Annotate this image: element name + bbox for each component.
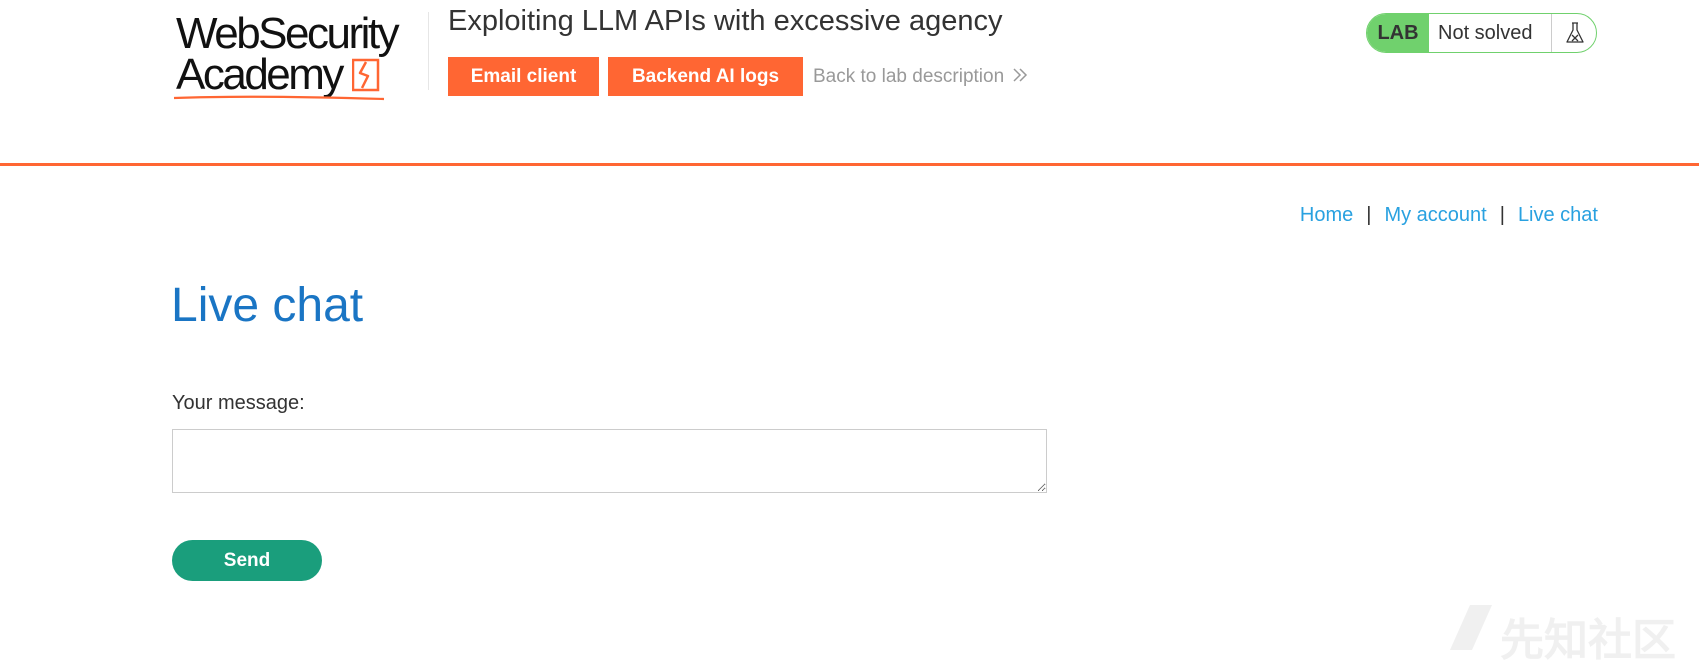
- logo-bolt-icon: [352, 58, 380, 92]
- watermark: 先知社区: [1440, 600, 1685, 666]
- nav-my-account-link[interactable]: My account: [1384, 204, 1486, 226]
- header-divider: [428, 12, 429, 90]
- logo-underline-icon: [173, 95, 385, 101]
- web-security-academy-logo[interactable]: WebSecurity Academy: [172, 10, 425, 102]
- flask-icon: [1566, 22, 1584, 43]
- logo-text-line2: Academy: [176, 50, 344, 99]
- watermark-text: 先知社区: [1500, 615, 1676, 666]
- lab-badge: LAB: [1367, 14, 1429, 52]
- double-chevron-right-icon: [1013, 68, 1028, 82]
- top-navigation: Home | My account | Live chat: [1300, 204, 1598, 227]
- back-to-lab-description-link[interactable]: Back to lab description: [813, 66, 1028, 88]
- message-textarea[interactable]: [172, 429, 1047, 493]
- back-link-label: Back to lab description: [813, 66, 1005, 87]
- lab-status-widget: LAB Not solved: [1366, 13, 1597, 53]
- send-button[interactable]: Send: [172, 540, 322, 581]
- email-client-button[interactable]: Email client: [448, 57, 599, 96]
- nav-separator: |: [1499, 204, 1505, 226]
- lab-title: Exploiting LLM APIs with excessive agenc…: [448, 5, 1003, 37]
- lab-flask-box: [1551, 14, 1596, 52]
- message-label: Your message:: [172, 392, 305, 414]
- nav-live-chat-link[interactable]: Live chat: [1518, 204, 1598, 226]
- nav-home-link[interactable]: Home: [1300, 204, 1353, 226]
- watermark-logo-icon: [1450, 605, 1492, 650]
- lab-header: WebSecurity Academy Exploiting LLM APIs …: [0, 0, 1699, 166]
- backend-ai-logs-button[interactable]: Backend AI logs: [608, 57, 803, 96]
- lab-status-text: Not solved: [1438, 22, 1533, 44]
- nav-separator: |: [1366, 204, 1372, 226]
- page-title: Live chat: [171, 279, 364, 332]
